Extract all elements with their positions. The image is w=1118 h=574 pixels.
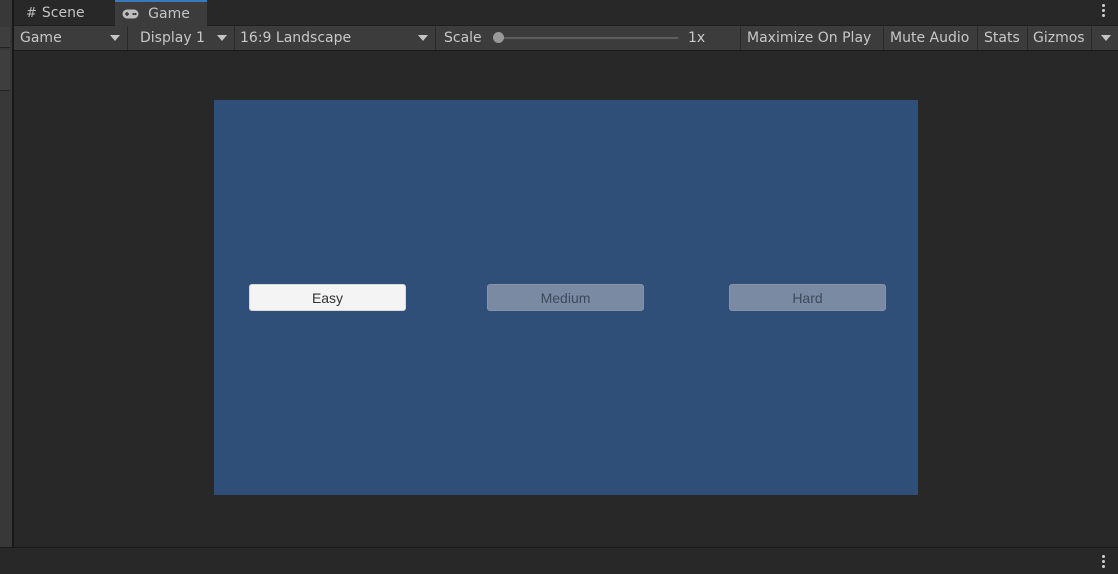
tab-label: Game bbox=[148, 6, 190, 22]
medium-button[interactable]: Medium bbox=[487, 284, 644, 311]
left-panel-stub[interactable] bbox=[0, 70, 10, 91]
maximize-on-play-toggle[interactable]: Maximize On Play bbox=[740, 26, 884, 50]
chevron-down-icon bbox=[418, 35, 428, 41]
left-panel-edge bbox=[0, 0, 14, 547]
more-options-icon[interactable] bbox=[1102, 555, 1106, 570]
left-panel-stub[interactable] bbox=[0, 50, 10, 71]
aspect-value: 16:9 Landscape bbox=[240, 30, 352, 46]
view-mode-dropdown[interactable]: Game bbox=[14, 26, 128, 50]
scale-value: 1x bbox=[688, 30, 706, 46]
chevron-down-icon bbox=[110, 35, 120, 41]
gamepad-icon bbox=[122, 7, 143, 22]
tab-label: Scene bbox=[41, 5, 85, 21]
view-mode-value: Game bbox=[20, 30, 62, 46]
more-options-icon[interactable] bbox=[1102, 4, 1106, 19]
hard-button[interactable]: Hard bbox=[729, 284, 886, 311]
left-panel-stub[interactable] bbox=[0, 27, 10, 48]
scale-slider-thumb[interactable] bbox=[493, 32, 504, 43]
tab-bar: # Scene Game bbox=[14, 0, 1118, 26]
stats-toggle[interactable]: Stats bbox=[978, 26, 1028, 50]
game-toolbar: Game Display 1 16:9 Landscape Scale 1x M… bbox=[14, 26, 1118, 51]
game-viewport[interactable]: Easy Medium Hard bbox=[214, 100, 918, 495]
scale-slider-track[interactable] bbox=[498, 37, 678, 39]
gizmos-toggle[interactable]: Gizmos bbox=[1028, 26, 1092, 50]
chevron-down-icon bbox=[217, 35, 227, 41]
aspect-dropdown[interactable]: 16:9 Landscape bbox=[235, 26, 436, 50]
gizmos-dropdown[interactable] bbox=[1092, 26, 1118, 50]
tab-game[interactable]: Game bbox=[115, 0, 207, 26]
display-dropdown[interactable]: Display 1 bbox=[128, 26, 235, 50]
tab-scene[interactable]: # Scene bbox=[14, 1, 114, 25]
mute-audio-toggle[interactable]: Mute Audio bbox=[884, 26, 978, 50]
status-bar bbox=[0, 547, 1118, 574]
easy-button[interactable]: Easy bbox=[249, 284, 406, 311]
grid-icon: # bbox=[26, 6, 37, 21]
chevron-down-icon bbox=[1101, 35, 1111, 41]
display-value: Display 1 bbox=[140, 30, 205, 46]
